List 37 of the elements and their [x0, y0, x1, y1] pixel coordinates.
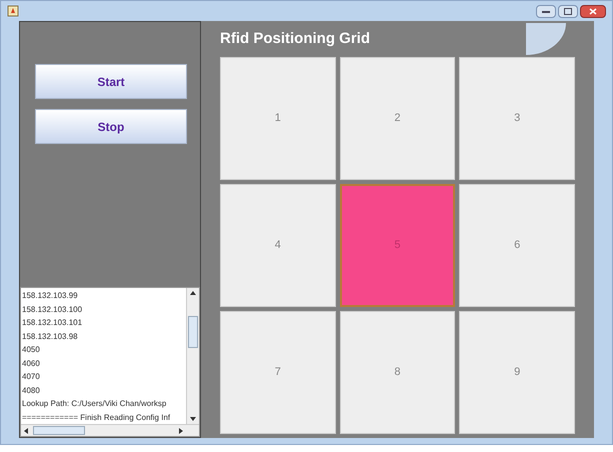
log-line: 4050: [22, 344, 41, 356]
cell-number: 9: [514, 365, 520, 380]
log-line: Lookup Path: C:/Users/Viki Chan/worksp: [22, 398, 168, 410]
scrollbar-corner: [186, 425, 199, 436]
cell-number: 7: [274, 365, 281, 380]
log-line: 158.132.103.100: [22, 304, 84, 316]
scroll-down-icon: [190, 417, 196, 421]
cell-number: 1: [274, 111, 281, 126]
maximize-icon: [564, 8, 572, 14]
minimize-icon: [542, 10, 550, 12]
minimize-button[interactable]: [536, 4, 556, 18]
cell-number: 8: [394, 365, 401, 380]
log-line: 4070: [22, 371, 41, 383]
log-line: 4080: [22, 384, 41, 396]
log-line: 4060: [22, 358, 41, 370]
grid-title: Rfid Positioning Grid: [220, 28, 370, 49]
vertical-scrollbar[interactable]: [186, 288, 199, 424]
scroll-up-icon: [190, 291, 196, 295]
cell-number: 4: [274, 238, 281, 254]
cell-number: 3: [514, 111, 520, 126]
scroll-left-icon: [24, 428, 28, 434]
close-button[interactable]: [580, 4, 606, 18]
cell-number: 2: [394, 111, 401, 126]
close-icon: [589, 8, 597, 14]
log-line: ============ Finish Reading Config Inf: [22, 412, 172, 424]
maximize-button[interactable]: [558, 4, 578, 18]
log-line: 158.132.103.101: [22, 317, 84, 329]
horizontal-scrollbar[interactable]: [21, 425, 186, 436]
scroll-thumb[interactable]: [33, 426, 85, 435]
scroll-right-icon: [179, 428, 183, 434]
log-line: 158.132.103.98: [22, 330, 79, 342]
cell-number: 6: [514, 238, 520, 254]
action-button[interactable]: Stop: [35, 109, 187, 144]
log-line: 158.132.103.99: [22, 290, 79, 302]
app-icon: [7, 5, 19, 17]
action-button[interactable]: Start: [35, 64, 187, 99]
scroll-thumb[interactable]: [188, 316, 198, 348]
